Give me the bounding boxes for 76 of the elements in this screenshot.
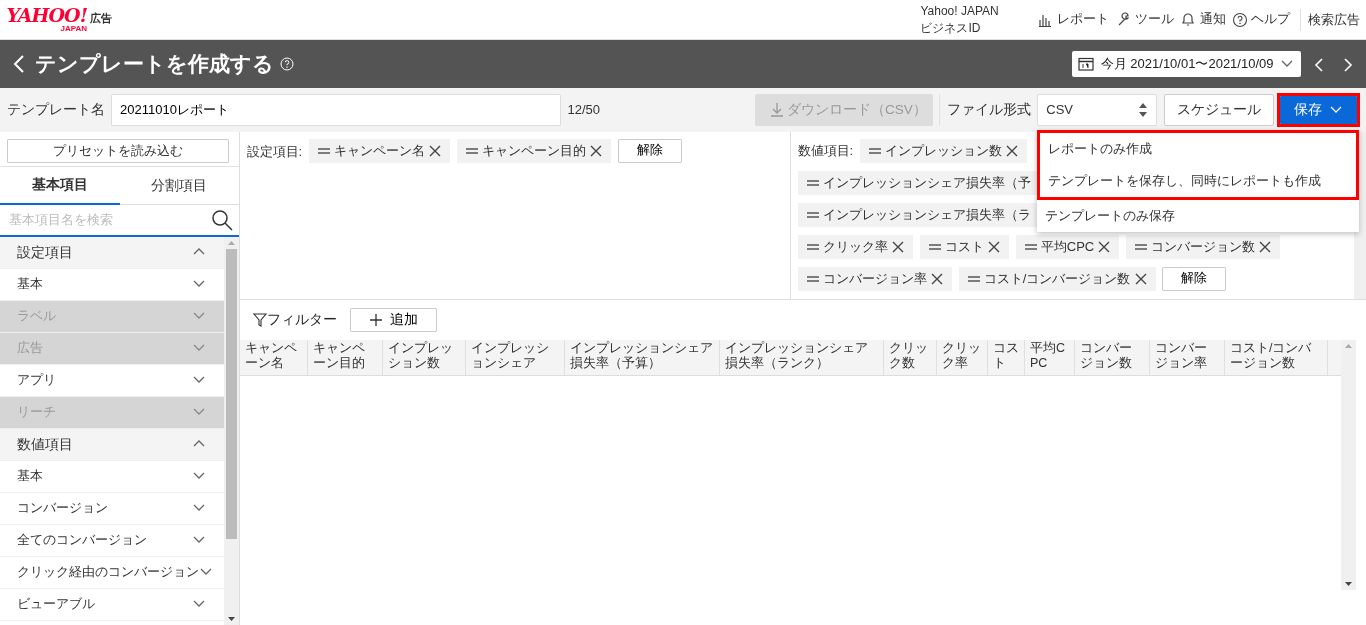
sort-arrows-icon <box>1138 102 1149 118</box>
column-header[interactable]: コスト <box>988 340 1025 375</box>
close-icon <box>1005 143 1020 158</box>
section-header[interactable]: 設定項目 <box>0 236 224 269</box>
column-header[interactable]: クリック率 <box>937 340 988 375</box>
selected-item-chip[interactable]: コンバージョン数 <box>1125 234 1281 259</box>
selected-item-chip[interactable]: インプレッションシェア損失率（ラ <box>797 202 1039 227</box>
close-icon <box>428 143 443 158</box>
save-button[interactable]: 保存 <box>1280 96 1357 124</box>
section-header[interactable]: 数値項目 <box>0 428 224 461</box>
schedule-button[interactable]: スケジュール <box>1163 94 1274 126</box>
selected-item-chip[interactable]: 平均CPC <box>1015 234 1120 259</box>
column-header[interactable]: インプレッションシェア損失率（ランク） <box>720 340 884 375</box>
column-header[interactable]: 平均CPC <box>1025 340 1075 375</box>
tab[interactable]: 基本項目 <box>0 166 120 205</box>
clear-button[interactable]: 解除 <box>617 138 682 163</box>
nav-link[interactable]: レポート <box>1037 10 1109 29</box>
nav-link[interactable]: ツール <box>1115 10 1174 29</box>
close-icon <box>930 271 944 286</box>
column-header[interactable]: コンバージョン率 <box>1150 340 1225 375</box>
logo-text: YAHOO! <box>6 6 87 25</box>
column-header[interactable]: インプレッションシェア <box>466 340 565 375</box>
metrics-label: 数値項目: <box>797 141 854 160</box>
file-format-select[interactable]: CSV <box>1037 94 1158 126</box>
nav-link[interactable]: ヘルプ <box>1232 10 1291 29</box>
back-icon <box>13 54 25 75</box>
selected-item-chip[interactable]: キャンペーン目的 <box>456 138 612 163</box>
menu-item[interactable]: テンプレートのみ保存 <box>1037 200 1359 232</box>
chevron-right-icon <box>1343 56 1353 73</box>
selected-item-chip[interactable]: インプレッション数 <box>859 138 1028 163</box>
page-title: テンプレートを作成する <box>34 51 274 77</box>
filter-icon <box>253 313 267 327</box>
help-icon <box>280 57 295 71</box>
search-icon <box>210 208 233 231</box>
product-link[interactable]: 検索広告 <box>1300 8 1360 31</box>
template-name-field[interactable]: 20211010レポート <box>111 94 561 126</box>
clear-button[interactable]: 解除 <box>1162 266 1227 291</box>
nav-link[interactable]: 通知 <box>1180 10 1226 29</box>
column-header[interactable]: クリック数 <box>884 340 937 375</box>
selected-item-chip[interactable]: コスト <box>919 234 1009 259</box>
selected-item-chip[interactable]: インプレッションシェア損失率（予 <box>797 170 1039 195</box>
bell-icon <box>1180 11 1197 28</box>
download-icon <box>769 102 784 118</box>
column-header[interactable]: キャンペーン目的 <box>308 340 383 375</box>
selected-item-chip[interactable]: コンバージョン率 <box>797 266 952 291</box>
file-format-label: ファイル形式 <box>946 100 1031 119</box>
add-button[interactable]: 追加 <box>350 308 437 332</box>
filter-button[interactable]: フィルター <box>253 309 337 331</box>
date-range-picker[interactable]: 今月 2021/10/01〜2021/10/09 <box>1071 51 1301 77</box>
template-name-label: テンプレート名 <box>6 100 105 119</box>
logo-subtext: JAPAN <box>60 25 87 33</box>
column-header[interactable]: インプレッションシェア損失率（予算） <box>565 340 720 375</box>
selected-item-chip[interactable]: クリック率 <box>797 234 913 259</box>
close-icon <box>1258 239 1273 254</box>
logo-label: 広告 <box>90 11 113 26</box>
back-button[interactable] <box>13 53 25 75</box>
preset-button[interactable]: プリセットを読み込む <box>6 138 229 163</box>
character-count: 12/50 <box>567 101 601 120</box>
business-id-label: Yahoo! JAPAN ビジネスID <box>920 3 999 36</box>
column-header[interactable]: コンバージョン数 <box>1075 340 1150 375</box>
column-header[interactable]: キャンペーン名 <box>240 340 308 375</box>
tab[interactable]: 分割項目 <box>119 166 239 205</box>
close-icon <box>1097 239 1112 254</box>
close-icon <box>589 143 604 158</box>
settings-label: 設定項目: <box>246 142 303 161</box>
close-icon <box>1133 271 1148 286</box>
close-icon <box>987 239 1001 254</box>
selected-item-chip[interactable]: コスト/コンバージョン数 <box>958 266 1156 291</box>
column-header[interactable]: コスト/コンバージョン数 <box>1225 340 1328 375</box>
column-header[interactable]: インプレッション数 <box>383 340 466 375</box>
chevron-left-icon <box>1313 56 1324 73</box>
close-icon <box>891 239 905 254</box>
calendar-icon <box>1078 57 1095 71</box>
selected-item-chip[interactable]: キャンペーン名 <box>308 138 451 163</box>
help-icon <box>1232 11 1248 28</box>
plus-icon <box>369 313 383 327</box>
